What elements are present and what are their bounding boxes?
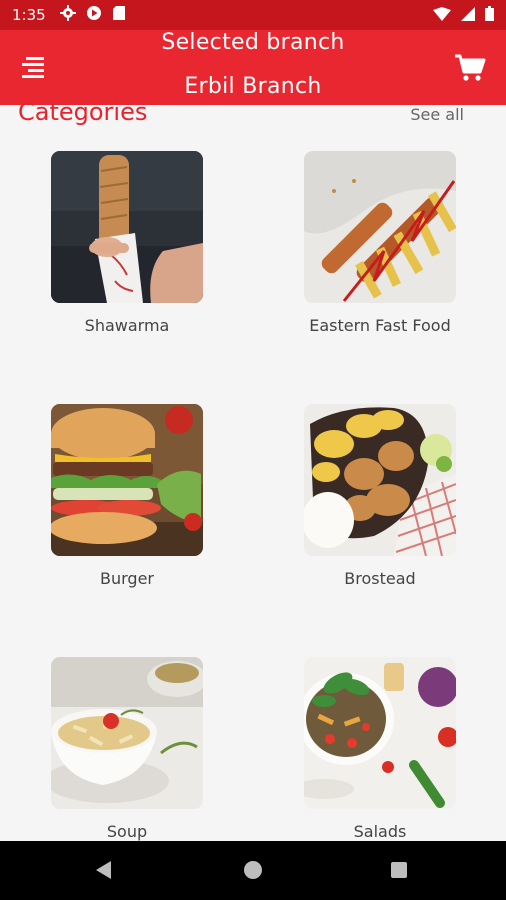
category-name: Salads (353, 822, 407, 841)
category-name: Burger (100, 569, 154, 588)
status-bar: 1:35 (0, 0, 506, 30)
recents-icon[interactable] (391, 862, 407, 878)
category-card-brostead[interactable]: Brostead (304, 404, 456, 588)
category-card-burger[interactable]: Burger (51, 404, 203, 588)
category-name: Soup (106, 822, 148, 841)
category-card-soup[interactable]: Soup (51, 657, 203, 841)
signal-icon (461, 6, 475, 25)
app-bar: Selected branch Erbil Branch (0, 30, 506, 105)
app-screen: 1:35 Selected branch Erbil Branch Catego… (0, 0, 506, 900)
brostead-image (304, 404, 456, 556)
system-nav-bar (0, 841, 506, 900)
battery-icon (485, 5, 494, 25)
category-name: Brostead (344, 569, 416, 588)
category-name: Shawarma (84, 316, 170, 335)
cart-icon[interactable] (454, 52, 486, 84)
back-icon[interactable] (96, 861, 111, 879)
branch-name[interactable]: Erbil Branch (0, 74, 506, 99)
status-time: 1:35 (12, 6, 46, 24)
see-all-link[interactable]: See all (410, 105, 464, 124)
soup-image (51, 657, 203, 809)
category-card-salads[interactable]: Salads (304, 657, 456, 841)
category-name: Eastern Fast Food (309, 316, 451, 335)
home-icon[interactable] (244, 861, 262, 879)
burger-image (51, 404, 203, 556)
play-icon (86, 5, 102, 25)
sd-card-icon (112, 5, 126, 25)
salads-image (304, 657, 456, 809)
shawarma-image (51, 151, 203, 303)
selected-branch-label: Selected branch (161, 30, 345, 55)
wifi-icon (433, 6, 451, 25)
categories-title: Categories (18, 98, 148, 126)
gear-icon (59, 5, 76, 25)
category-card-eastern-fast-food[interactable]: Eastern Fast Food (304, 151, 456, 335)
eastern-fast-food-image (304, 151, 456, 303)
category-card-shawarma[interactable]: Shawarma (51, 151, 203, 335)
